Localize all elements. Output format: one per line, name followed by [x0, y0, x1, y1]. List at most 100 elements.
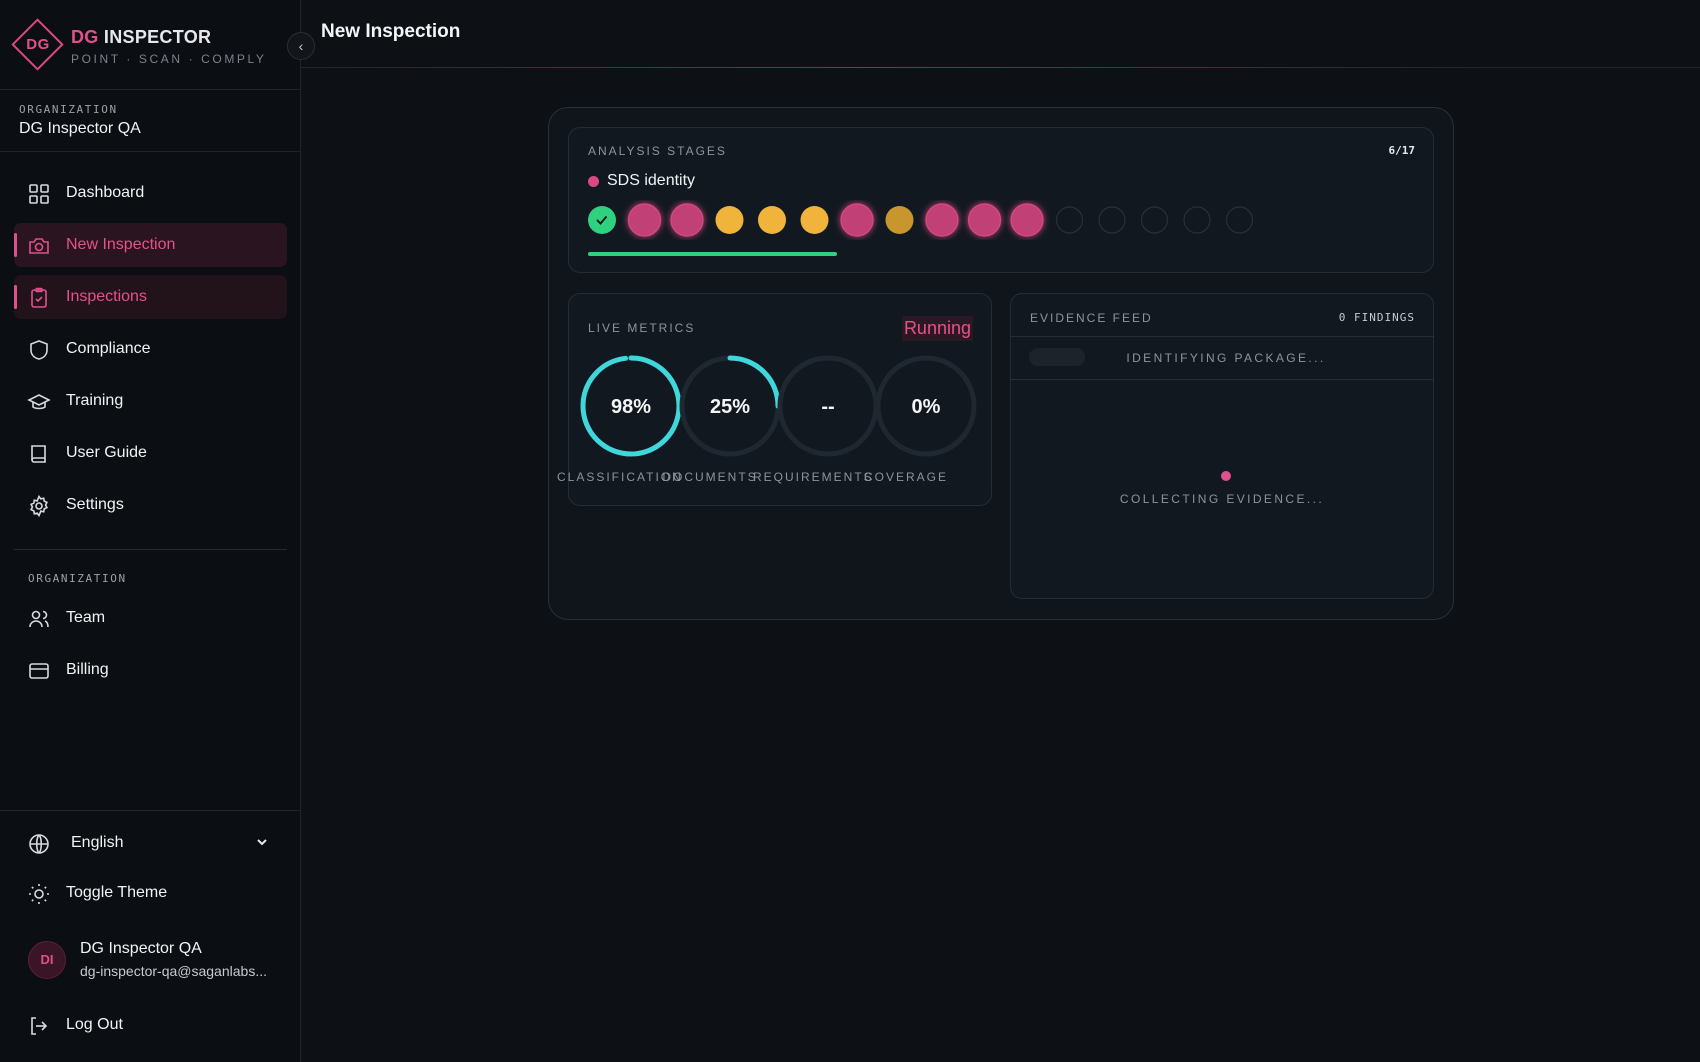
evidence-divider [1011, 336, 1433, 337]
sidebar-item-label: Training [66, 392, 124, 409]
loading-dot [1221, 471, 1231, 481]
sidebar-item-billing[interactable]: Billing [14, 648, 287, 692]
logout-icon [31, 1017, 48, 1035]
logout-label: Log Out [66, 1016, 123, 1033]
user-email: dg-inspector-qa@saganlabs... [80, 963, 267, 979]
users-icon [29, 610, 49, 628]
sidebar-item-new-inspection[interactable]: New Inspection [14, 223, 287, 267]
sidebar-item-inspections[interactable]: Inspections [14, 275, 287, 319]
brand-tagline: POINT · SCAN · COMPLY [71, 52, 267, 66]
collapse-sidebar-button[interactable]: ‹ [287, 32, 315, 60]
analysis-stages-card: ANALYSIS STAGES 6/17 SDS identity [568, 127, 1434, 273]
brand-title-rest: INSPECTOR [98, 27, 212, 47]
stage-active [670, 203, 704, 237]
evidence-feed-card: EVIDENCE FEED 0 FINDINGS IDENTIFYING PAC… [1010, 293, 1434, 599]
sidebar-item-label: New Inspection [66, 236, 176, 253]
stage-warning [715, 206, 744, 234]
stage-active [925, 203, 959, 237]
sidebar-item-label: Billing [66, 661, 109, 678]
clipboard-check-icon [31, 287, 47, 308]
sidebar-item-dashboard[interactable]: Dashboard [14, 171, 287, 215]
sun-icon [29, 884, 49, 904]
stage-pending [1140, 206, 1169, 234]
sidebar-item-label: Team [66, 609, 106, 626]
stage-active [840, 203, 874, 237]
stage-warning [800, 206, 829, 234]
sidebar-item-compliance[interactable]: Compliance [14, 327, 287, 371]
grid-icon [29, 184, 49, 204]
avatar[interactable]: DI [28, 941, 66, 979]
live-metrics-card: LIVE METRICS Running 98% 25% -- 0% CLASSIFI… [557, 293, 992, 506]
toggle-theme-label: Toggle Theme [66, 884, 168, 901]
gauge-label-coverage: COVERAGE [863, 470, 948, 484]
gear-icon [30, 494, 48, 518]
metric-gauges: 98% 25% -- 0% [580, 355, 977, 457]
status-badge: Running [901, 316, 973, 341]
brand-title-accent: DG [71, 27, 99, 47]
logout-button[interactable]: Log Out [14, 1003, 287, 1047]
sidebar-footer-divider [0, 810, 301, 811]
globe-icon [29, 834, 49, 854]
gauge-value: 25% [710, 396, 750, 418]
stage-active [627, 203, 662, 237]
organization-label: ORGANIZATION [19, 103, 118, 116]
sidebar-item-training[interactable]: Training [14, 379, 287, 423]
gauge-value: -- [821, 396, 834, 418]
evidence-status: IDENTIFYING PACKAGE... [1126, 351, 1326, 365]
stage-count: 6/17 [1388, 144, 1416, 157]
stage-active [967, 203, 1002, 237]
stage-complete [588, 206, 616, 234]
toggle-theme-button[interactable]: Toggle Theme [14, 871, 287, 915]
sidebar-item-label: Settings [66, 496, 124, 513]
stage-active [1010, 203, 1044, 237]
chevron-left-icon: ‹ [298, 38, 304, 54]
evidence-divider [1011, 379, 1433, 380]
book-icon [31, 445, 46, 463]
gauge-value: 98% [611, 396, 651, 418]
stage-indicators [588, 203, 1254, 237]
gauge-label-documents: DOCUMENTS [662, 470, 758, 484]
graduation-cap-icon [27, 394, 51, 410]
evidence-feed-label: EVIDENCE FEED [1030, 311, 1153, 325]
stage-pending [1183, 206, 1211, 234]
language-value: English [71, 834, 124, 851]
organization-name: DG Inspector QA [19, 120, 141, 137]
brand-title: DG INSPECTOR [71, 27, 211, 48]
sidebar-item-user-guide[interactable]: User Guide [14, 431, 287, 475]
stage-warning [885, 206, 914, 234]
sidebar: DG DG INSPECTOR POINT · SCAN · COMPLY OR… [0, 0, 301, 1062]
stage-pending [1098, 206, 1126, 234]
inspection-panel: ANALYSIS STAGES 6/17 SDS identity LIVE M… [548, 107, 1454, 620]
camera-icon [29, 238, 49, 254]
organization-info: ORGANIZATION DG Inspector QA [0, 91, 301, 152]
stage-pending [1055, 206, 1084, 234]
sidebar-item-label: Compliance [66, 340, 151, 357]
stage-pending [1225, 206, 1254, 234]
sidebar-item-label: Inspections [66, 288, 147, 305]
chevron-down-icon [257, 839, 267, 846]
current-stage-dot [588, 176, 599, 187]
language-select[interactable]: English [14, 822, 287, 866]
org-section-label: ORGANIZATION [28, 572, 127, 585]
credit-card-icon [29, 663, 49, 679]
shield-icon [30, 340, 48, 360]
sidebar-item-team[interactable]: Team [14, 596, 287, 640]
sidebar-item-settings[interactable]: Settings [14, 483, 287, 527]
live-metrics-label: LIVE METRICS [588, 321, 696, 335]
topbar: New Inspection [301, 0, 1700, 68]
gauge-label-classification: CLASSIFICATION [557, 470, 683, 484]
evidence-empty-text: COLLECTING EVIDENCE... [1119, 492, 1325, 506]
current-stage-name: SDS identity [607, 172, 696, 189]
sidebar-divider [14, 549, 287, 550]
gauge-label-requirements: REQUIREMENTS [753, 470, 874, 484]
sidebar-item-label: Dashboard [66, 184, 145, 201]
findings-count: 0 FINDINGS [1338, 311, 1415, 324]
gauge-value: 0% [912, 396, 941, 418]
logo-text: DG [26, 36, 50, 53]
stage-progress-bar [588, 252, 837, 256]
analysis-stages-label: ANALYSIS STAGES [588, 144, 727, 158]
page-title: New Inspection [321, 21, 461, 42]
stage-warning [758, 206, 786, 234]
sidebar-item-label: User Guide [66, 444, 147, 461]
user-name: DG Inspector QA [80, 940, 202, 957]
